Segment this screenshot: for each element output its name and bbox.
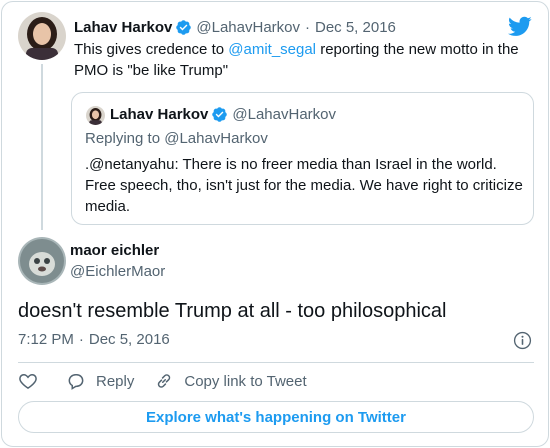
verified-badge-icon bbox=[175, 19, 192, 36]
tweet-time: 7:12 PM bbox=[18, 331, 74, 348]
tweet-timestamp[interactable]: 7:12 PM · Dec 5, 2016 bbox=[18, 331, 170, 348]
copy-link-label: Copy link to Tweet bbox=[184, 372, 307, 390]
parent-header: Lahav Harkov @LahavHarkov · Dec 5, 2016 bbox=[74, 17, 396, 37]
parent-author-handle[interactable]: @LahavHarkov bbox=[196, 19, 300, 36]
parent-text-start: This gives credence to bbox=[74, 41, 229, 58]
quoted-author-avatar[interactable] bbox=[86, 106, 105, 125]
main-tweet-text: doesn't resemble Trump at all - too phil… bbox=[18, 300, 447, 322]
tweet-embed-card: Lahav Harkov @LahavHarkov · Dec 5, 2016 … bbox=[1, 1, 549, 447]
like-button[interactable] bbox=[18, 371, 38, 391]
main-author-name[interactable]: maor eichler bbox=[70, 242, 159, 259]
twitter-bird-icon[interactable] bbox=[507, 14, 532, 38]
explore-twitter-button[interactable]: Explore what's happening on Twitter bbox=[18, 401, 534, 433]
main-author-handle[interactable]: @EichlerMaor bbox=[70, 263, 165, 280]
replying-to-label: Replying to @LahavHarkov bbox=[85, 130, 268, 147]
info-icon[interactable] bbox=[513, 331, 532, 350]
copy-link-button[interactable]: Copy link to Tweet bbox=[154, 371, 307, 391]
thread-connector-line bbox=[41, 64, 43, 230]
link-icon bbox=[158, 374, 171, 388]
parent-author-name[interactable]: Lahav Harkov bbox=[74, 19, 172, 36]
tweet-actions: Reply Copy link to Tweet bbox=[18, 369, 327, 393]
reply-label: Reply bbox=[96, 372, 135, 390]
quoted-tweet-text: .@netanyahu: There is no freer media tha… bbox=[85, 156, 523, 215]
main-author-avatar[interactable] bbox=[18, 237, 66, 285]
parent-tweet-text: This gives credence to @amit_segal repor… bbox=[74, 39, 534, 81]
separator-dot: · bbox=[305, 18, 310, 36]
mention-link[interactable]: @amit_segal bbox=[228, 41, 316, 58]
verified-badge-icon bbox=[211, 106, 228, 123]
quoted-author-name[interactable]: Lahav Harkov bbox=[110, 106, 208, 123]
heart-icon bbox=[19, 373, 37, 389]
parent-date[interactable]: Dec 5, 2016 bbox=[315, 19, 396, 36]
quoted-tweet[interactable]: Lahav Harkov @LahavHarkov Replying to @L… bbox=[71, 92, 534, 225]
separator-dot: · bbox=[78, 331, 84, 348]
quoted-header: Lahav Harkov @LahavHarkov bbox=[110, 106, 336, 123]
tweet-date: Dec 5, 2016 bbox=[88, 331, 170, 348]
reply-button[interactable]: Reply bbox=[66, 371, 134, 391]
quoted-author-handle[interactable]: @LahavHarkov bbox=[232, 106, 336, 123]
parent-author-avatar[interactable] bbox=[18, 12, 66, 60]
divider bbox=[18, 362, 534, 363]
speech-bubble-icon bbox=[68, 374, 84, 390]
